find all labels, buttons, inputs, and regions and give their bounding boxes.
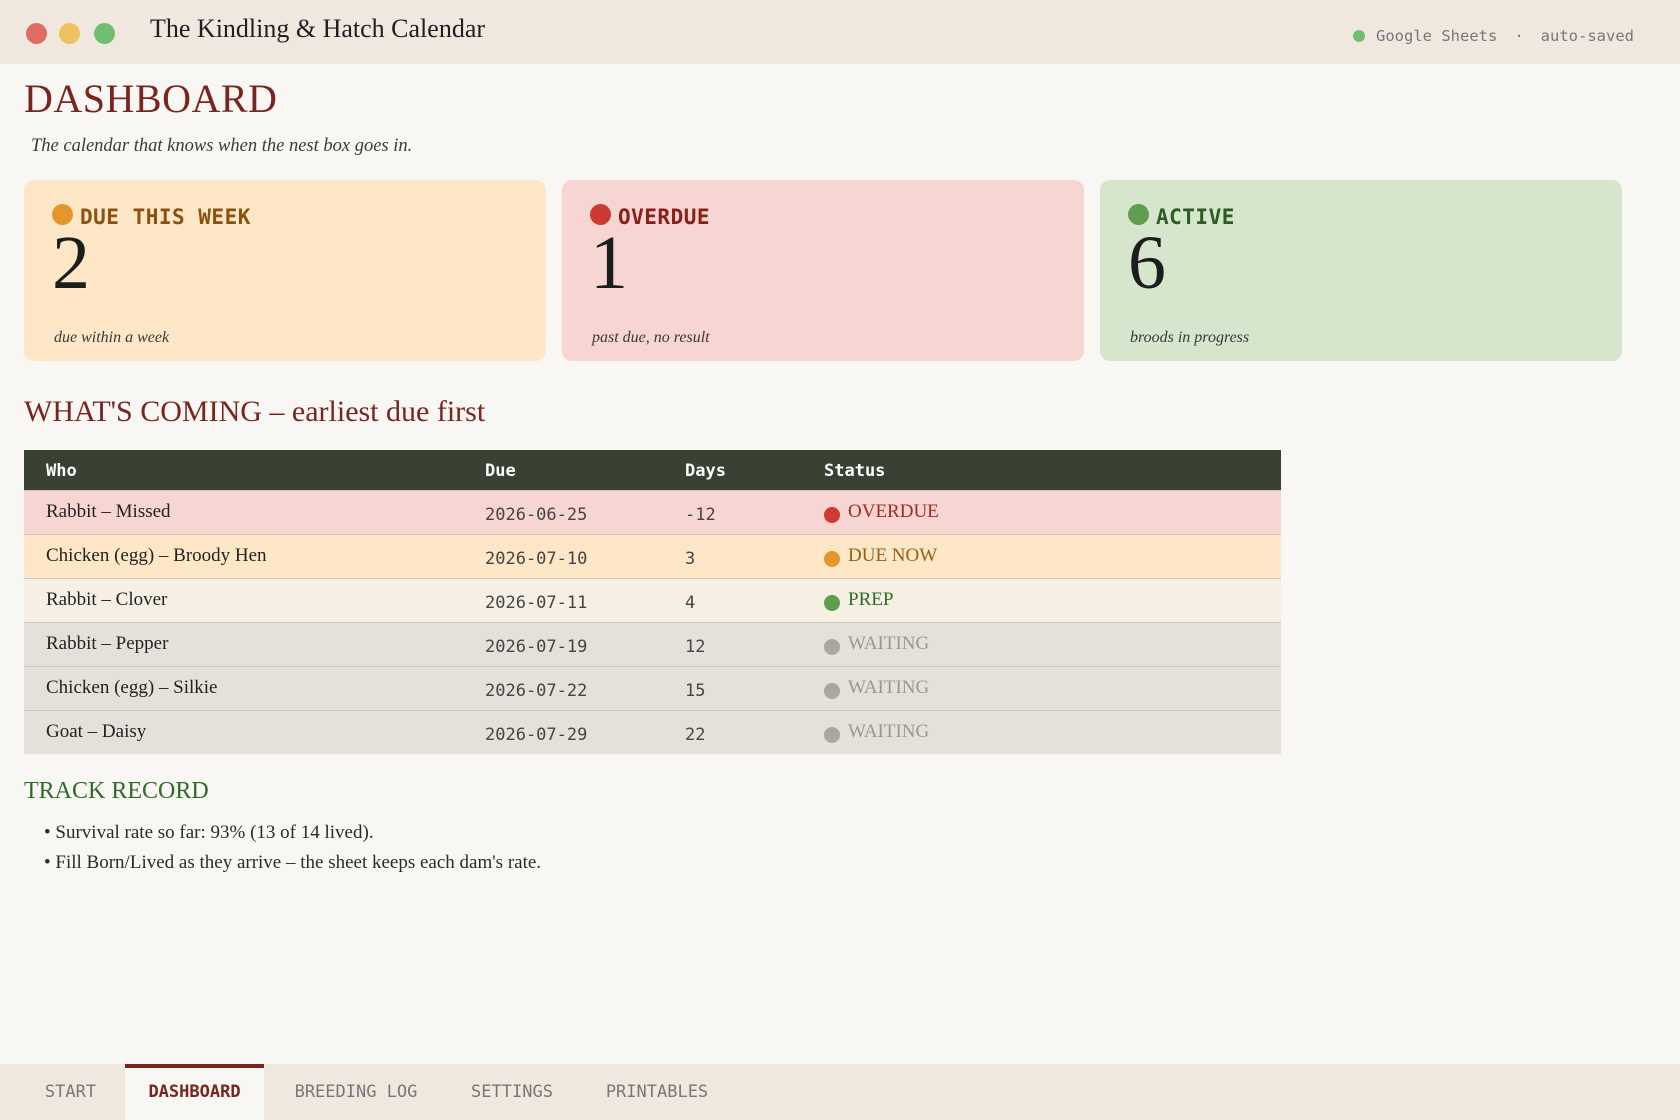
days-cell[interactable]: 3	[685, 549, 695, 569]
column-header-days[interactable]: Days	[685, 461, 726, 481]
status-cell[interactable]: WAITING	[824, 677, 929, 699]
who-cell[interactable]: Rabbit – Clover	[46, 589, 167, 611]
due-this-week-card: DUE THIS WEEK 2 due within a week	[24, 180, 546, 361]
due-card-label: DUE THIS WEEK	[80, 205, 251, 229]
whats-coming-title: WHAT'S COMING – earliest due first	[24, 395, 486, 428]
close-window-button[interactable]	[26, 23, 47, 44]
track-record-item: • Fill Born/Lived as they arrive – the s…	[44, 852, 542, 873]
due-card-subtitle: due within a week	[54, 329, 170, 346]
tab-settings[interactable]: SETTINGS	[448, 1064, 576, 1120]
maximize-window-button[interactable]	[94, 23, 115, 44]
status-cell[interactable]: PREP	[824, 589, 893, 611]
status-label: WAITING	[848, 721, 930, 742]
status-dot-icon	[824, 639, 840, 655]
overdue-card: OVERDUE 1 past due, no result	[562, 180, 1084, 361]
days-cell[interactable]: 22	[685, 725, 705, 745]
tab-printables[interactable]: PRINTABLES	[584, 1064, 730, 1120]
due-cell[interactable]: 2026-07-11	[485, 593, 587, 613]
sync-app-name: Google Sheets	[1376, 27, 1498, 45]
minimize-window-button[interactable]	[59, 23, 80, 44]
status-dot-icon	[824, 595, 840, 611]
tab-start[interactable]: START	[24, 1064, 117, 1120]
window-titlebar: The Kindling & Hatch Calendar Google She…	[0, 0, 1680, 64]
table-row[interactable]: Rabbit – Missed 2026-06-25 -12 OVERDUE	[24, 490, 1281, 534]
status-cell[interactable]: WAITING	[824, 633, 929, 655]
days-cell[interactable]: 15	[685, 681, 705, 701]
whats-coming-table: Who Due Days Status Rabbit – Missed 2026…	[24, 450, 1281, 754]
who-cell[interactable]: Chicken (egg) – Silkie	[46, 677, 218, 699]
who-cell[interactable]: Rabbit – Pepper	[46, 633, 168, 655]
overdue-card-subtitle: past due, no result	[592, 329, 710, 346]
active-card-label: ACTIVE	[1156, 205, 1235, 229]
overdue-card-label: OVERDUE	[618, 205, 711, 229]
active-card-value: 6	[1128, 221, 1166, 305]
status-dot-icon	[824, 551, 840, 567]
status-label: PREP	[848, 589, 894, 610]
table-header-row: Who Due Days Status	[24, 450, 1281, 490]
due-cell[interactable]: 2026-07-22	[485, 681, 587, 701]
due-card-value: 2	[52, 221, 90, 305]
status-dot-icon	[824, 507, 840, 523]
status-label: OVERDUE	[848, 501, 939, 522]
table-row[interactable]: Goat – Daisy 2026-07-29 22 WAITING	[24, 710, 1281, 754]
days-cell[interactable]: -12	[685, 505, 716, 525]
sync-status-text: auto-saved	[1540, 27, 1634, 45]
sync-indicator: Google Sheets · auto-saved	[1353, 27, 1634, 45]
status-cell[interactable]: WAITING	[824, 721, 929, 743]
who-cell[interactable]: Chicken (egg) – Broody Hen	[46, 545, 267, 567]
status-dot-icon	[824, 683, 840, 699]
sync-status-dot-icon	[1353, 30, 1365, 42]
due-cell[interactable]: 2026-07-10	[485, 549, 587, 569]
status-label: WAITING	[848, 633, 930, 654]
table-row[interactable]: Chicken (egg) – Broody Hen 2026-07-10 3 …	[24, 534, 1281, 578]
status-dot-icon	[824, 727, 840, 743]
tab-breeding-log[interactable]: BREEDING LOG	[272, 1064, 440, 1120]
due-cell[interactable]: 2026-07-19	[485, 637, 587, 657]
who-cell[interactable]: Rabbit – Missed	[46, 501, 171, 523]
overdue-card-value: 1	[590, 221, 628, 305]
track-record-list: • Survival rate so far: 93% (13 of 14 li…	[44, 822, 541, 882]
days-cell[interactable]: 12	[685, 637, 705, 657]
tab-dashboard[interactable]: DASHBOARD	[125, 1064, 264, 1120]
due-cell[interactable]: 2026-07-29	[485, 725, 587, 745]
sheet-tab-bar: START DASHBOARD BREEDING LOG SETTINGS PR…	[0, 1064, 1680, 1120]
who-cell[interactable]: Goat – Daisy	[46, 721, 146, 743]
due-cell[interactable]: 2026-06-25	[485, 505, 587, 525]
column-header-who[interactable]: Who	[46, 461, 77, 481]
status-label: WAITING	[848, 677, 930, 698]
track-record-item: • Survival rate so far: 93% (13 of 14 li…	[44, 822, 374, 843]
sync-separator: ·	[1514, 27, 1524, 45]
page-tagline: The calendar that knows when the nest bo…	[31, 136, 413, 156]
page-title: DASHBOARD	[24, 76, 278, 121]
table-row[interactable]: Rabbit – Clover 2026-07-11 4 PREP	[24, 578, 1281, 622]
column-header-due[interactable]: Due	[485, 461, 516, 481]
column-header-status[interactable]: Status	[824, 461, 885, 481]
status-label: DUE NOW	[848, 545, 938, 566]
table-row[interactable]: Rabbit – Pepper 2026-07-19 12 WAITING	[24, 622, 1281, 666]
status-cell[interactable]: DUE NOW	[824, 545, 937, 567]
active-card-subtitle: broods in progress	[1130, 329, 1250, 346]
track-record-title: TRACK RECORD	[24, 778, 209, 804]
window-title: The Kindling & Hatch Calendar	[150, 14, 486, 43]
table-row[interactable]: Chicken (egg) – Silkie 2026-07-22 15 WAI…	[24, 666, 1281, 710]
active-card: ACTIVE 6 broods in progress	[1100, 180, 1622, 361]
days-cell[interactable]: 4	[685, 593, 695, 613]
status-cell[interactable]: OVERDUE	[824, 501, 939, 523]
